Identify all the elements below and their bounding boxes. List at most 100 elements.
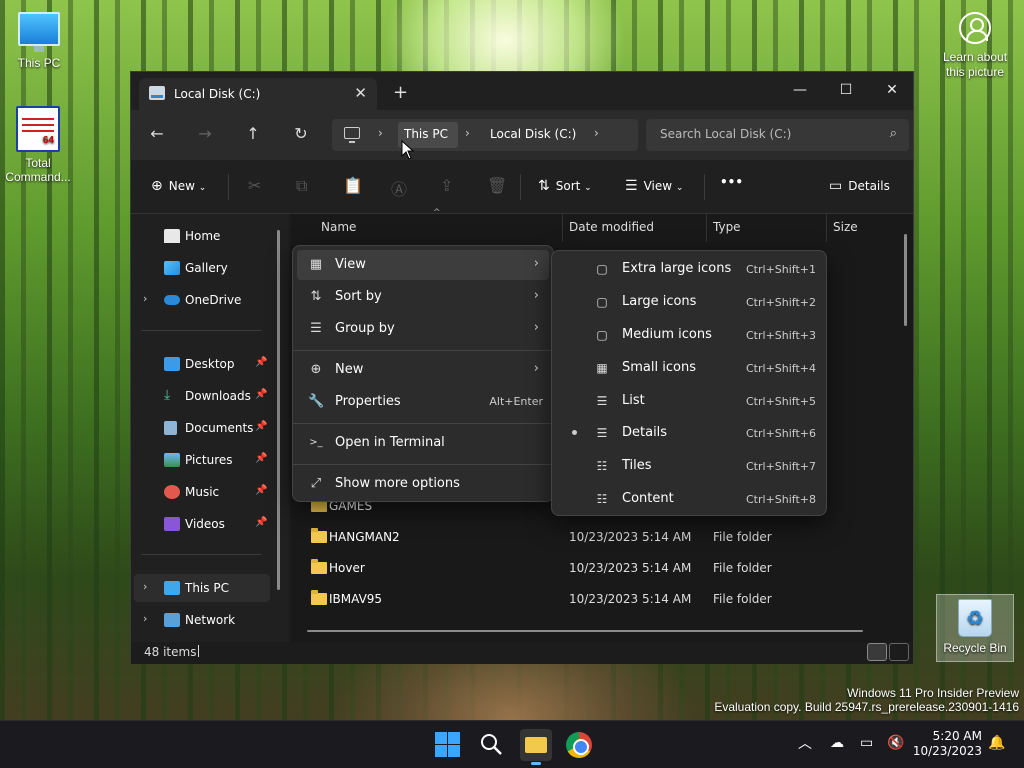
- details-view-toggle-icon[interactable]: [867, 643, 887, 661]
- rename-icon[interactable]: Ⓐ: [391, 176, 407, 200]
- sidebar-item-downloads[interactable]: ⤓ Downloads 📌: [131, 382, 269, 410]
- desktop-icon-recycle-bin[interactable]: ♻ Recycle Bin: [936, 594, 1014, 662]
- menu-separator: [293, 350, 553, 351]
- desktop-icon-total-commander[interactable]: 64 Total Command...: [2, 106, 74, 184]
- details-pane-button[interactable]: ▭ Details: [829, 178, 890, 194]
- menu-separator: [293, 464, 553, 465]
- table-row[interactable]: HANGMAN2 10/23/2023 5:14 AM File folder: [307, 523, 867, 551]
- taskbar-file-explorer[interactable]: [520, 729, 552, 765]
- crumb-this-pc[interactable]: This PC: [404, 127, 448, 141]
- column-header-size[interactable]: Size: [833, 220, 858, 234]
- submenu-item-small-icons[interactable]: ▦ Small icons Ctrl+Shift+4: [556, 352, 824, 384]
- sidebar-item-onedrive[interactable]: › OneDrive: [131, 286, 269, 314]
- submenu-item-large-icons[interactable]: ▢ Large icons Ctrl+Shift+2: [556, 286, 824, 318]
- breadcrumb[interactable]: › This PC › Local Disk (C:) ›: [332, 119, 638, 151]
- maximize-button[interactable]: ☐: [823, 76, 869, 104]
- more-options-button[interactable]: •••: [720, 175, 743, 189]
- share-icon[interactable]: ⇪: [440, 176, 453, 195]
- sidebar-item-this-pc[interactable]: › This PC: [134, 574, 270, 602]
- network-status-icon[interactable]: ▭: [860, 735, 873, 751]
- pin-icon: 📌: [255, 517, 268, 528]
- sidebar-item-documents[interactable]: Documents 📌: [131, 414, 269, 442]
- menu-item-properties[interactable]: 🔧 Properties Alt+Enter: [297, 387, 549, 417]
- column-divider[interactable]: [826, 214, 827, 242]
- back-arrow-icon[interactable]: ←: [145, 124, 169, 143]
- chevron-right-icon[interactable]: ›: [465, 126, 470, 140]
- submenu-item-medium-icons[interactable]: ▢ Medium icons Ctrl+Shift+3: [556, 319, 824, 351]
- chevron-right-icon[interactable]: ›: [143, 292, 147, 305]
- sidebar-item-home[interactable]: Home: [131, 222, 269, 250]
- recycle-bin-icon: ♻: [958, 599, 992, 637]
- system-clock[interactable]: 5:20 AM 10/23/2023: [912, 729, 982, 759]
- sidebar-item-label: Network: [185, 613, 236, 627]
- copy-icon[interactable]: ⧉: [296, 176, 307, 196]
- submenu-item-tiles[interactable]: ☷ Tiles Ctrl+Shift+7: [556, 450, 824, 482]
- chevron-right-icon[interactable]: ›: [594, 126, 599, 140]
- chevron-right-icon[interactable]: ›: [378, 126, 383, 140]
- sidebar-item-music[interactable]: Music 📌: [131, 478, 269, 506]
- tab-local-disk[interactable]: Local Disk (C:) ✕: [139, 78, 377, 110]
- menu-item-sort-by[interactable]: ⇅ Sort by ›: [297, 282, 549, 312]
- file-date: 10/23/2023 5:14 AM: [569, 561, 692, 575]
- chevron-right-icon[interactable]: ›: [143, 580, 147, 593]
- chevron-up-icon[interactable]: ︿: [798, 733, 812, 753]
- notification-bell-icon[interactable]: 🔔: [988, 735, 1005, 751]
- view-button[interactable]: ☰ View ⌄: [625, 178, 683, 194]
- horizontal-scrollbar[interactable]: [307, 630, 863, 632]
- submenu-item-content[interactable]: ☷ Content Ctrl+Shift+8: [556, 483, 824, 515]
- file-type: File folder: [713, 530, 772, 544]
- chevron-right-icon[interactable]: ›: [143, 612, 147, 625]
- weather-cloud-icon[interactable]: ☁: [830, 735, 844, 751]
- menu-item-group-by[interactable]: ☰ Group by ›: [297, 314, 549, 344]
- sidebar-item-desktop[interactable]: Desktop 📌: [131, 350, 269, 378]
- new-tab-button[interactable]: +: [393, 82, 408, 103]
- sidebar-item-network[interactable]: › Network: [131, 606, 269, 634]
- new-button[interactable]: ⊕ New ⌄: [151, 178, 206, 194]
- column-divider[interactable]: [706, 214, 707, 242]
- tab-title: Local Disk (C:): [174, 87, 261, 101]
- submenu-item-details[interactable]: ☰ Details Ctrl+Shift+6: [556, 417, 824, 449]
- column-divider[interactable]: [562, 214, 563, 242]
- view-lines-icon: ☰: [625, 178, 638, 194]
- crumb-local-disk[interactable]: Local Disk (C:): [490, 127, 576, 141]
- volume-muted-icon[interactable]: 🔇: [887, 735, 904, 751]
- sidebar-item-gallery[interactable]: Gallery: [131, 254, 269, 282]
- nav-scrollbar[interactable]: [277, 230, 280, 590]
- desktop-icon-this-pc[interactable]: This PC: [3, 12, 75, 70]
- paste-icon[interactable]: 📋: [343, 176, 363, 195]
- desktop-icon-label: Total Command...: [5, 156, 71, 184]
- learn-about-picture-button[interactable]: Learn about this picture: [938, 12, 1012, 80]
- shortcut-label: Alt+Enter: [489, 395, 543, 408]
- column-header-type[interactable]: Type: [713, 220, 741, 234]
- refresh-icon[interactable]: ↻: [289, 124, 313, 143]
- column-header-name[interactable]: Name: [321, 220, 356, 234]
- taskbar-chrome[interactable]: [566, 732, 592, 758]
- large-icons-view-toggle-icon[interactable]: [889, 643, 909, 661]
- minimize-button[interactable]: —: [777, 76, 823, 104]
- up-arrow-icon[interactable]: ↑: [241, 124, 265, 143]
- search-input[interactable]: Search Local Disk (C:) ⌕: [646, 119, 909, 151]
- delete-icon[interactable]: 🗑: [487, 176, 507, 195]
- table-row[interactable]: IBMAV95 10/23/2023 5:14 AM File folder: [307, 585, 867, 613]
- sidebar-item-videos[interactable]: Videos 📌: [131, 510, 269, 538]
- menu-item-new[interactable]: ⊕ New ›: [297, 355, 549, 385]
- sidebar-item-label: Music: [185, 485, 220, 499]
- menu-item-show-more-options[interactable]: ⤢ Show more options: [297, 469, 549, 499]
- close-window-button[interactable]: ✕: [869, 76, 915, 104]
- menu-item-open-terminal[interactable]: >_ Open in Terminal: [297, 428, 549, 458]
- cut-icon[interactable]: ✂: [248, 176, 261, 195]
- close-tab-icon[interactable]: ✕: [354, 84, 367, 102]
- vertical-scrollbar[interactable]: [904, 234, 907, 326]
- group-icon: ☰: [310, 321, 322, 336]
- forward-arrow-icon[interactable]: →: [193, 124, 217, 143]
- sort-button[interactable]: ⇅ Sort ⌄: [538, 178, 592, 194]
- start-button[interactable]: [434, 731, 462, 759]
- table-row[interactable]: Hover 10/23/2023 5:14 AM File folder: [307, 554, 867, 582]
- folder-icon: [525, 737, 547, 753]
- submenu-item-extra-large-icons[interactable]: ▢ Extra large icons Ctrl+Shift+1: [556, 253, 824, 285]
- column-header-date[interactable]: Date modified: [569, 220, 654, 234]
- menu-item-view[interactable]: ▦ View ›: [297, 250, 549, 280]
- submenu-item-list[interactable]: ☰ List Ctrl+Shift+5: [556, 385, 824, 417]
- taskbar-search-button[interactable]: [478, 731, 506, 759]
- sidebar-item-pictures[interactable]: Pictures 📌: [131, 446, 269, 474]
